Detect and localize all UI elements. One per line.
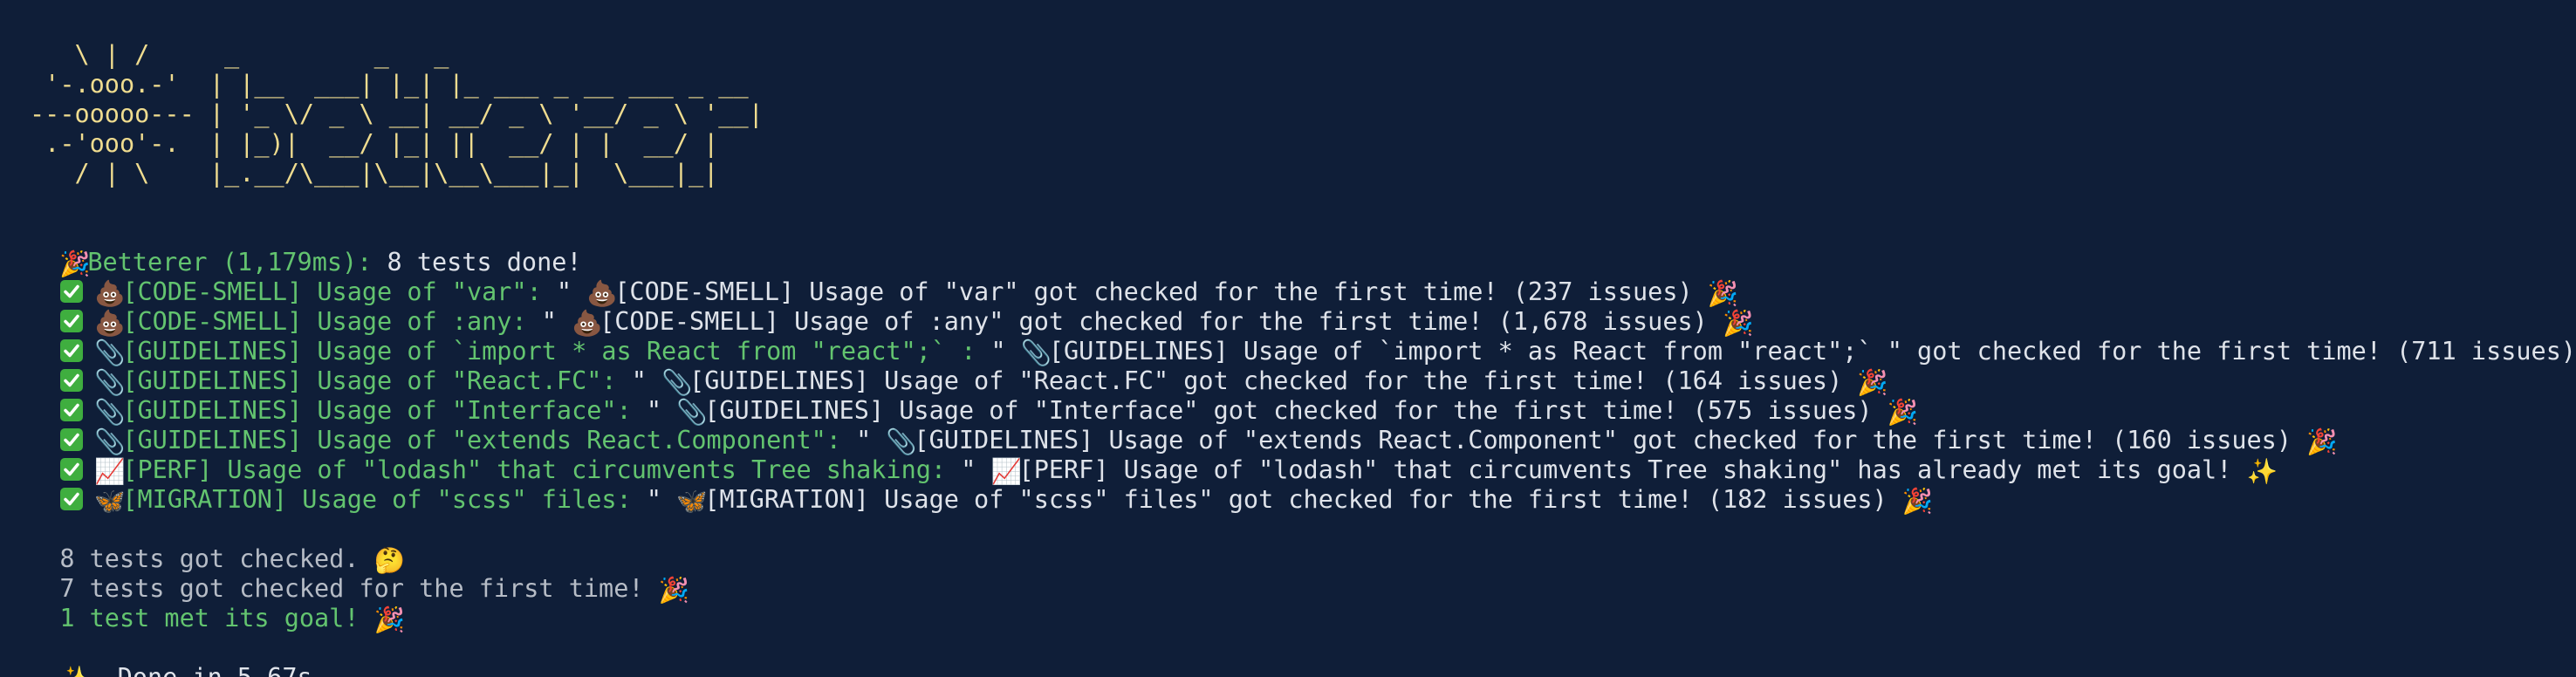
result-line: 💩[CODE-SMELL] Usage of :any: " 💩[CODE-SM… [30,277,1754,338]
result-line: 📎[GUIDELINES] Usage of "extends React.Co… [30,396,2338,456]
footer-checked-line: 8 tests got checked. 🤔 [30,515,405,575]
party-popper-icon: 🎉 [1901,487,1934,516]
result-line: 📎[GUIDELINES] Usage of "Interface": " 📎[… [30,366,1918,427]
result-name: [MIGRATION] Usage of "scss" files: [122,485,632,514]
banner-line-2: '-.ooo.-' | |__ ___| |_| |_ ___ _ __ ___… [30,70,749,99]
party-popper-icon: 🎉 [373,605,406,634]
result-message: [MIGRATION] Usage of "scss" files" got c… [704,485,1887,514]
done-line: ✨ Done in 5.67s. [30,633,327,677]
result-line: 💩[CODE-SMELL] Usage of "var": " 💩[CODE-S… [30,248,1738,308]
terminal-window: { "banner": { "lines": [ " \\ | / _ _ _"… [0,0,2576,677]
party-popper-icon: 🎉 [658,576,690,605]
quote-open: " [631,485,677,514]
banner-line-4: .-'ooo'-. | |_)| __/ |_| || __/ | | __/ … [30,129,719,158]
footer-met-goal-text: 1 test met its goal! [59,604,360,633]
sparkles-icon: ✨ [2246,457,2278,486]
banner-line-3: ---ooooo--- | '_ \/ _ \ __| __/ _ \ '__/… [30,99,764,128]
butterfly-icon: 🦋 [676,487,708,516]
result-line: 📎[GUIDELINES] Usage of "React.FC": " 📎[G… [30,337,1888,397]
summary-line: 🎉Betterer (1,179ms): 8 tests done! [30,218,581,278]
footer-first-time-line: 7 tests got checked for the first time! … [30,544,689,605]
sparkles-icon: ✨ [59,665,91,677]
result-line: 📎[GUIDELINES] Usage of `import * as Reac… [30,307,2576,367]
footer-met-goal-line: 1 test met its goal! 🎉 [30,574,405,634]
banner-line-5: / | \ |_.__/\___|\__|\__\___|_| \___|_| [30,159,719,188]
result-line: 🦋[MIGRATION] Usage of "scss" files: " 🦋[… [30,455,1933,516]
butterfly-icon: 🦋 [94,487,126,516]
check-mark-icon [60,488,84,510]
party-popper-icon: 🎉 [2306,427,2338,456]
done-text: Done in 5.67s. [118,663,327,677]
result-line: 📈[PERF] Usage of "lodash" that circumven… [30,426,2278,486]
banner-line-1: \ | / _ _ _ [30,40,449,69]
